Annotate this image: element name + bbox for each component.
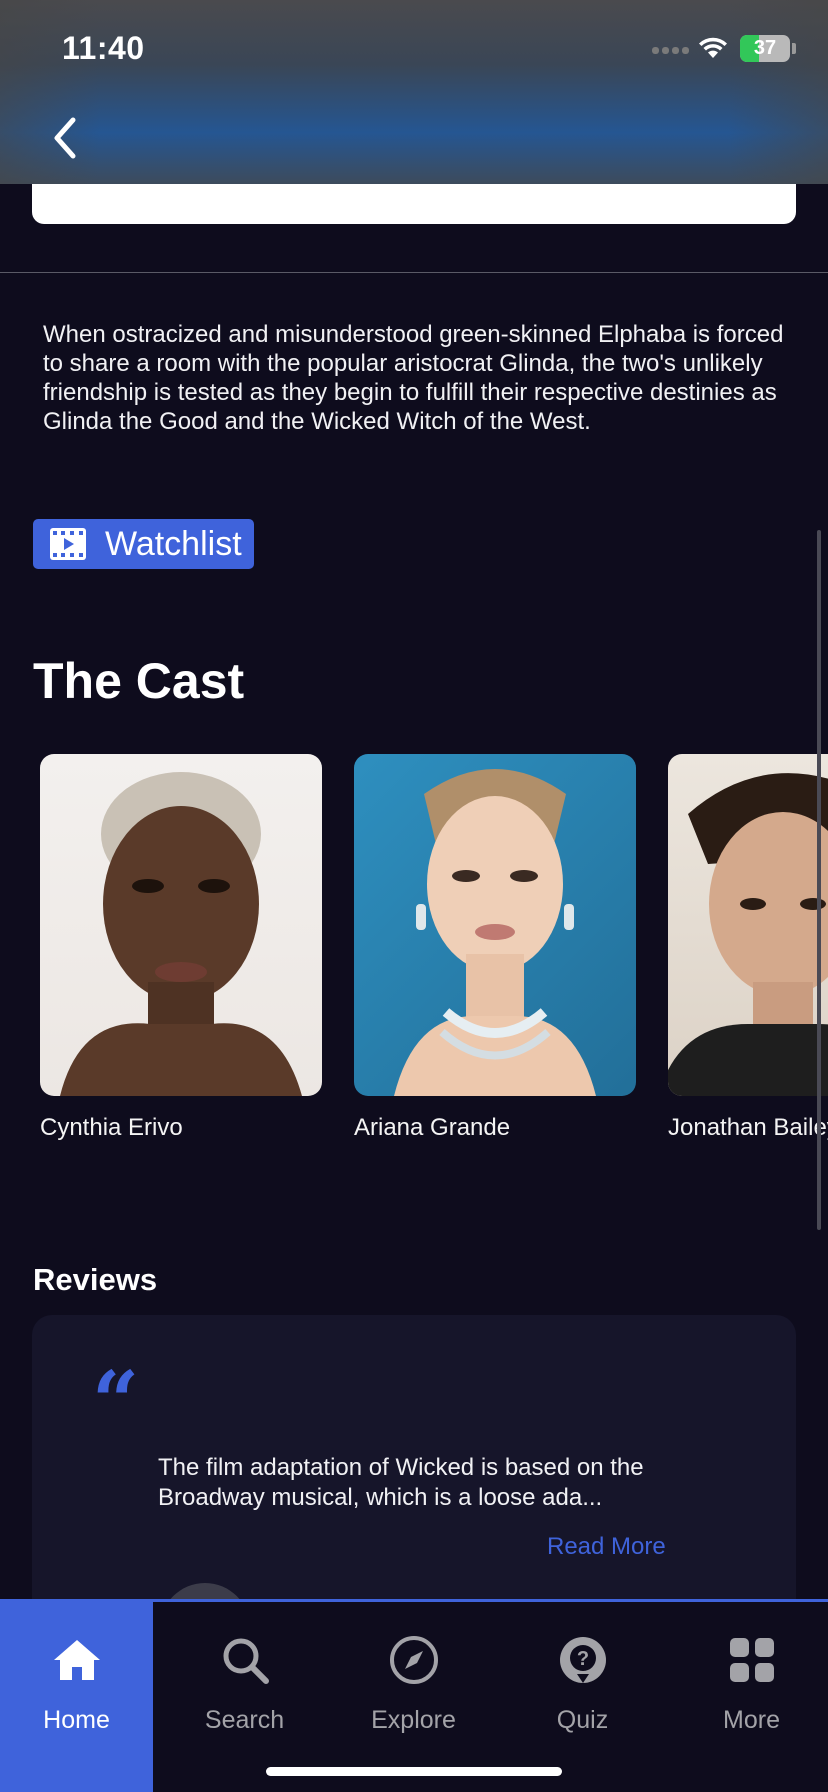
tab-label: Quiz (556, 1706, 609, 1734)
scrollbar[interactable] (817, 530, 821, 1230)
tab-more[interactable]: More (675, 1602, 828, 1792)
cast-name: Cynthia Erivo (40, 1114, 183, 1141)
cast-section-title: The Cast (33, 653, 245, 709)
cast-card[interactable]: Ariana Grande (354, 754, 636, 1142)
tab-label: More (723, 1706, 780, 1734)
cast-name: Jonathan Bailey (668, 1114, 828, 1141)
battery-icon: 37 (740, 35, 790, 62)
home-icon (53, 1640, 100, 1680)
cast-card[interactable]: Cynthia Erivo (40, 754, 322, 1142)
read-more-link[interactable]: Read More (547, 1533, 666, 1561)
tab-quiz[interactable]: ? Quiz (506, 1602, 659, 1792)
quiz-icon: ? (559, 1637, 606, 1683)
tab-home[interactable]: Home (0, 1602, 153, 1792)
grid-icon (729, 1638, 774, 1682)
tab-label: Search (204, 1706, 285, 1734)
movie-detail-screen: 11:40 37 When ostracized and misundersto… (0, 0, 828, 1792)
cellular-signal-icon (652, 47, 689, 54)
review-text: The film adaptation of Wicked is based o… (158, 1454, 644, 1511)
tab-label: Home (43, 1706, 110, 1734)
quote-icon: “ (92, 1354, 140, 1450)
cast-name: Ariana Grande (354, 1114, 511, 1141)
cast-card[interactable]: Jonathan Bailey (668, 754, 828, 1142)
battery-percent: 37 (753, 37, 777, 59)
watchlist-button[interactable]: Watchlist (33, 519, 254, 569)
movie-overview: When ostracized and misunderstood green-… (43, 321, 784, 435)
tab-label: Explore (371, 1706, 456, 1734)
tab-bar: Home Search Explore ? Quiz More (0, 1599, 828, 1792)
tab-explore[interactable]: Explore (337, 1602, 490, 1792)
cast-photo (40, 754, 322, 1096)
battery-cap (792, 43, 796, 54)
cast-photo (354, 754, 636, 1096)
film-icon (50, 528, 86, 560)
section-divider (0, 272, 828, 273)
compass-icon (389, 1636, 438, 1684)
cast-photo (668, 754, 828, 1096)
wifi-icon (699, 37, 727, 58)
tab-search[interactable]: Search (168, 1602, 321, 1792)
status-time: 11:40 (62, 30, 145, 66)
header-bar (0, 0, 828, 184)
search-icon (223, 1638, 269, 1684)
back-chevron-icon[interactable] (52, 116, 78, 160)
svg-text:?: ? (576, 1648, 588, 1670)
home-indicator (266, 1767, 562, 1776)
reviews-section-title: Reviews (33, 1262, 158, 1297)
watchlist-label: Watchlist (105, 524, 242, 563)
